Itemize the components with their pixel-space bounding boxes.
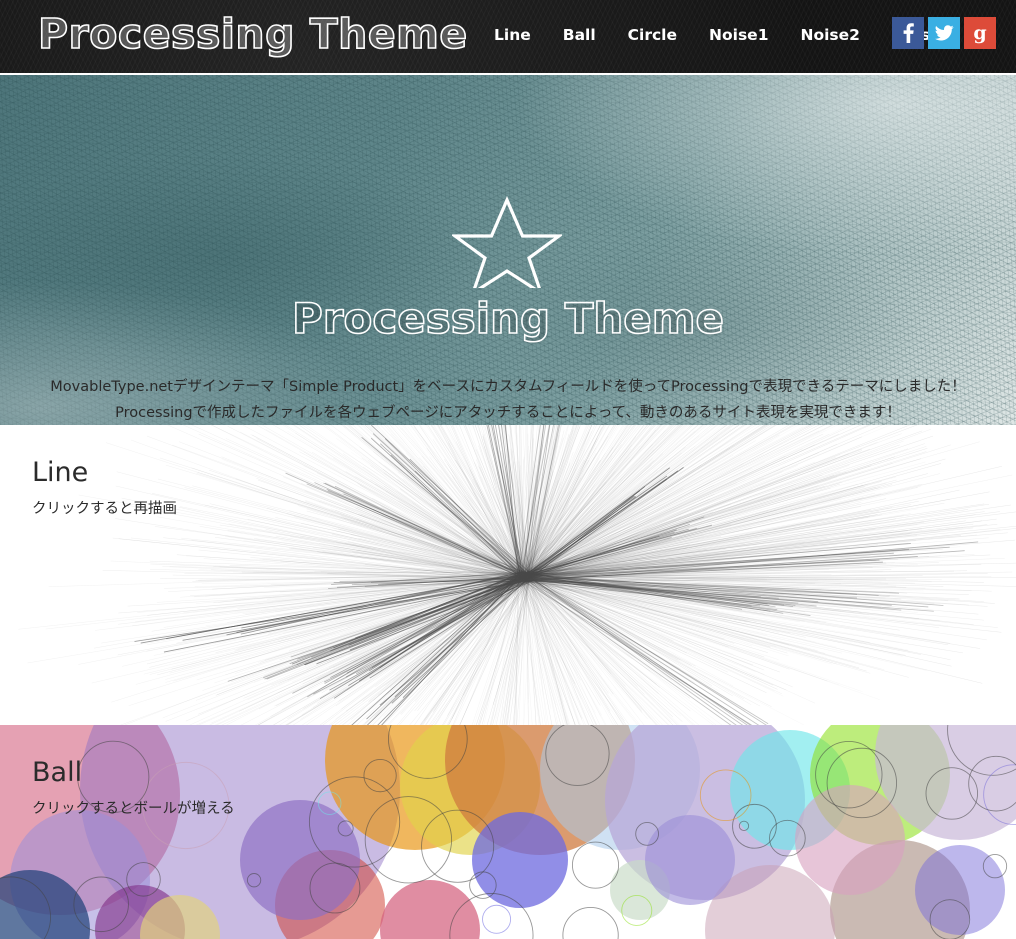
- site-header: Processing Theme Line Ball Circle Noise1…: [0, 0, 1016, 75]
- section-line[interactable]: Line クリックすると再描画: [0, 425, 1016, 725]
- nav-item-ball[interactable]: Ball: [547, 26, 612, 44]
- site-logo[interactable]: Processing Theme: [37, 11, 468, 57]
- hero-description-line-2: Processingで作成したファイルを各ウェブページにアタッチすることによって…: [115, 405, 901, 421]
- twitter-glyph: [934, 25, 954, 41]
- hero-banner: Processing Theme MovableType.netデザインテーマ「…: [0, 75, 1016, 425]
- social-links: g: [892, 17, 996, 49]
- page-root: Processing Theme Line Ball Circle Noise1…: [0, 0, 1016, 939]
- section-line-title: Line: [32, 457, 89, 488]
- section-ball-title: Ball: [32, 757, 83, 788]
- nav-item-noise2[interactable]: Noise2: [784, 26, 875, 44]
- twitter-icon[interactable]: [928, 17, 960, 49]
- section-line-subtitle: クリックすると再描画: [32, 501, 177, 517]
- section-ball-subtitle: クリックするとボールが増える: [32, 801, 235, 817]
- nav-item-line[interactable]: Line: [478, 26, 547, 44]
- nav-item-noise1[interactable]: Noise1: [693, 26, 784, 44]
- facebook-glyph: [903, 23, 914, 43]
- facebook-icon[interactable]: [892, 17, 924, 49]
- hero-description: MovableType.netデザインテーマ「Simple Product」をベ…: [40, 375, 976, 425]
- section-ball[interactable]: Ball クリックするとボールが増える: [0, 725, 1016, 939]
- nav-item-circle[interactable]: Circle: [612, 26, 693, 44]
- hero-description-line-1: MovableType.netデザインテーマ「Simple Product」をベ…: [50, 379, 966, 395]
- star-icon: [450, 195, 564, 297]
- google-plus-glyph: g: [973, 21, 987, 44]
- section-ball-text: Ball クリックするとボールが増える: [32, 757, 235, 819]
- hero-title: Processing Theme: [291, 294, 725, 343]
- section-line-text: Line クリックすると再描画: [32, 457, 177, 519]
- google-plus-icon[interactable]: g: [964, 17, 996, 49]
